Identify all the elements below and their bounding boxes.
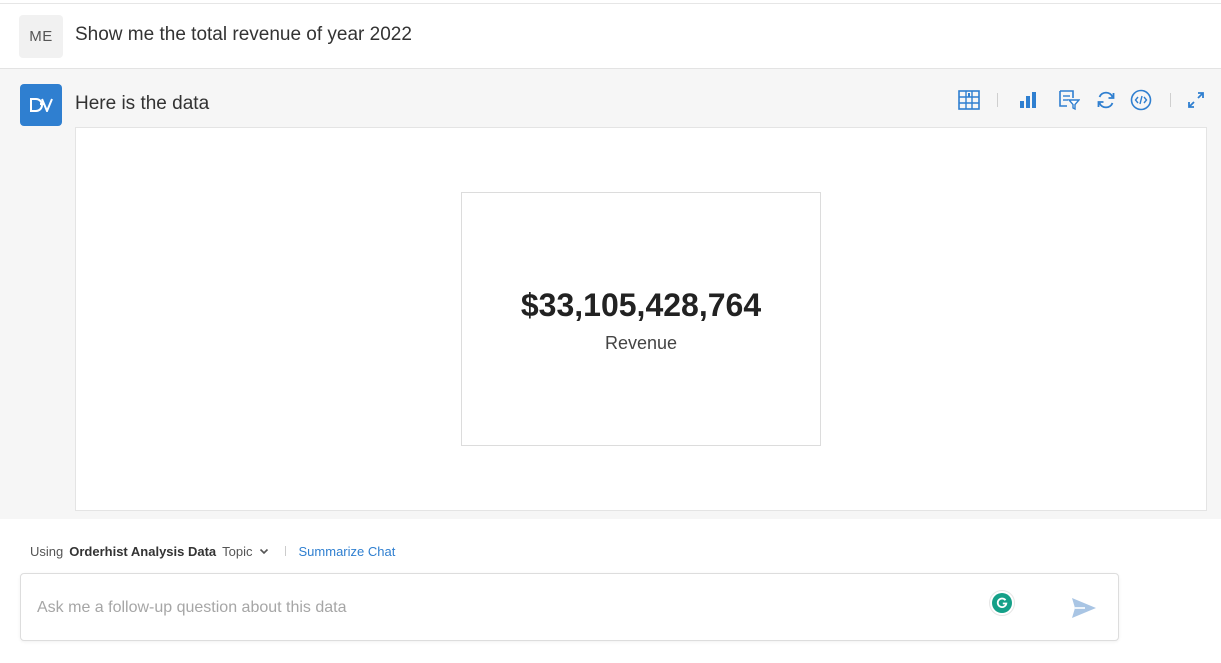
result-toolbar bbox=[941, 85, 1221, 115]
chart-view-button[interactable] bbox=[1013, 85, 1043, 115]
toolbar-divider bbox=[997, 93, 998, 107]
chat-input[interactable] bbox=[37, 594, 937, 622]
view-code-button[interactable] bbox=[1126, 85, 1156, 115]
code-icon bbox=[1130, 89, 1152, 111]
kpi-label: Revenue bbox=[604, 333, 678, 353]
filter-edit-button[interactable] bbox=[1054, 85, 1084, 115]
topic-selector-row: Using Orderhist Analysis Data Topic Summ… bbox=[30, 541, 395, 561]
expand-icon bbox=[1188, 92, 1204, 108]
expand-button[interactable] bbox=[1181, 85, 1211, 115]
send-icon bbox=[1072, 598, 1096, 618]
table-icon bbox=[958, 90, 980, 110]
chat-input-container bbox=[20, 573, 1119, 641]
user-message-text: Show me the total revenue of year 2022 bbox=[75, 24, 412, 45]
send-button[interactable] bbox=[1067, 594, 1101, 622]
table-view-button[interactable] bbox=[954, 85, 984, 115]
topic-name[interactable]: Orderhist Analysis Data bbox=[69, 544, 216, 559]
dv-logo-icon bbox=[30, 98, 53, 112]
grammarly-icon[interactable] bbox=[989, 590, 1015, 616]
result-panel: $33,105,428,764 Revenue bbox=[75, 127, 1207, 511]
kpi-value: $33,105,428,764 bbox=[520, 287, 762, 323]
bar-chart-icon bbox=[1020, 92, 1036, 108]
assistant-response: Here is the data $33,105,428,764 Revenue bbox=[0, 69, 1221, 519]
assistant-avatar bbox=[20, 84, 62, 126]
toolbar-divider bbox=[1170, 93, 1171, 107]
footer-divider bbox=[284, 546, 286, 556]
user-message-row: ME Show me the total revenue of year 202… bbox=[0, 4, 1221, 69]
using-prefix: Using bbox=[30, 543, 64, 559]
summarize-chat-link[interactable]: Summarize Chat bbox=[299, 544, 396, 559]
topic-suffix[interactable]: Topic bbox=[222, 544, 252, 559]
kpi-card: $33,105,428,764 Revenue bbox=[461, 192, 821, 446]
refresh-button[interactable] bbox=[1091, 85, 1121, 115]
assistant-message-text: Here is the data bbox=[75, 93, 210, 114]
chevron-down-icon[interactable] bbox=[259, 548, 269, 555]
refresh-icon bbox=[1097, 91, 1115, 109]
user-avatar: ME bbox=[19, 15, 63, 58]
filter-edit-icon bbox=[1059, 90, 1080, 111]
